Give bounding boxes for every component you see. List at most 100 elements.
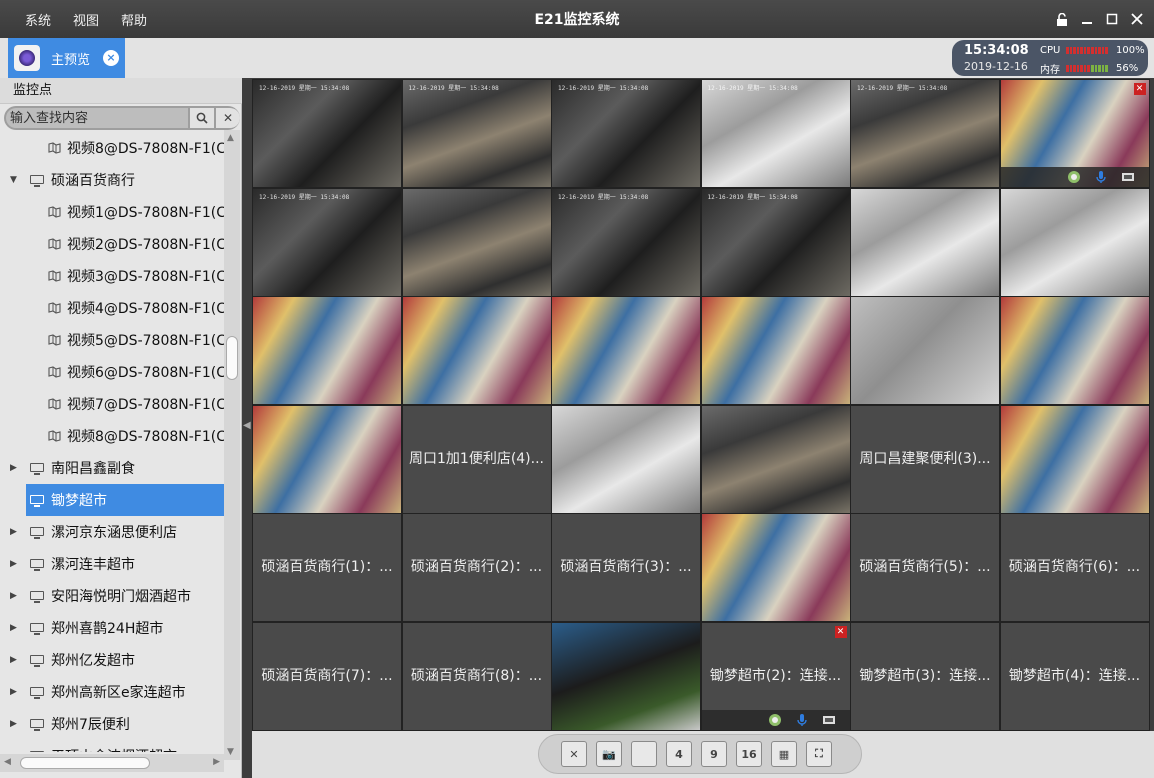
video-cell[interactable]: 12-16-2019 星期一 15:34:08 — [552, 188, 700, 296]
collapse-arrow-icon[interactable]: ▼ — [10, 175, 17, 185]
layout-9-button[interactable]: 9 — [701, 741, 727, 767]
tree-group-node[interactable]: ▼ 硕涵百货商行 — [0, 164, 224, 196]
video-cell[interactable] — [402, 188, 551, 296]
video-cell[interactable]: 锄梦超市(2)：连接... ✕ — [701, 622, 850, 730]
maximize-icon[interactable] — [1105, 12, 1119, 26]
video-cell[interactable] — [701, 405, 850, 513]
collapse-panel-icon[interactable]: ◀ — [243, 420, 251, 431]
tree-group-node[interactable]: ▶ 漯河京东涵思便利店 — [0, 516, 224, 548]
menu-view[interactable]: 视图 — [62, 10, 110, 29]
video-cell[interactable]: 硕涵百货商行(6)：... — [1000, 514, 1149, 621]
expand-arrow-icon[interactable]: ▶ — [10, 591, 17, 601]
video-cell[interactable] — [552, 297, 700, 404]
video-cell[interactable]: 硕涵百货商行(8)：... — [402, 622, 551, 730]
video-cell[interactable]: 12-16-2019 星期一 15:34:08 — [253, 188, 401, 296]
layout-grid-button[interactable]: ▦ — [771, 741, 797, 767]
scroll-down-icon[interactable]: ▼ — [227, 747, 234, 757]
close-icon[interactable] — [1130, 12, 1144, 26]
tree-group-node[interactable]: ▶锄梦超市 — [26, 484, 224, 516]
menu-help[interactable]: 帮助 — [110, 10, 158, 29]
clear-search-icon[interactable]: ✕ — [216, 108, 240, 128]
expand-arrow-icon[interactable]: ▶ — [10, 623, 17, 633]
video-cell[interactable] — [1000, 188, 1149, 296]
scroll-left-icon[interactable]: ◀ — [4, 757, 11, 767]
tree-camera-node[interactable]: 视频2@DS-7808N-F1(C1 — [0, 228, 224, 260]
expand-arrow-icon[interactable]: ▶ — [10, 655, 17, 665]
layout-1-button[interactable] — [631, 741, 657, 767]
video-cell[interactable] — [253, 405, 401, 513]
expand-arrow-icon[interactable]: ▶ — [10, 463, 17, 473]
tree-group-node[interactable]: ▶ 郑州亿发超市 — [0, 644, 224, 676]
ptz-icon[interactable] — [768, 713, 782, 727]
video-cell[interactable]: 周口1加1便利店(4)... — [402, 405, 551, 513]
minimize-icon[interactable] — [1080, 12, 1094, 26]
video-cell[interactable]: 12-16-2019 星期一 15:34:08 — [402, 80, 551, 187]
video-cell[interactable] — [701, 297, 850, 404]
expand-arrow-icon[interactable]: ▶ — [10, 559, 17, 569]
snapshot-button[interactable]: 📷 — [596, 741, 622, 767]
close-video-icon[interactable]: ✕ — [1133, 83, 1146, 95]
record-icon[interactable] — [822, 713, 836, 727]
video-cell[interactable] — [402, 297, 551, 404]
close-video-icon[interactable]: ✕ — [834, 625, 847, 638]
layout-4-button[interactable]: 4 — [666, 741, 692, 767]
tree-camera-node[interactable]: 视频6@DS-7808N-F1(C1 — [0, 356, 224, 388]
expand-arrow-icon[interactable]: ▶ — [10, 687, 17, 697]
record-icon[interactable] — [1121, 170, 1135, 184]
tree-group-node[interactable]: ▶ 郑州高新区e家连超市 — [0, 676, 224, 708]
video-cell[interactable]: 硕涵百货商行(7)：... — [253, 622, 401, 730]
tree-camera-node[interactable]: 视频1@DS-7808N-F1(C1 — [0, 196, 224, 228]
tree-group-node[interactable]: ▶ 南阳昌鑫副食 — [0, 452, 224, 484]
video-cell[interactable]: 硕涵百货商行(1)：... — [253, 514, 401, 621]
layout-16-button[interactable]: 16 — [736, 741, 762, 767]
scroll-thumb[interactable] — [226, 336, 238, 380]
video-cell[interactable] — [253, 297, 401, 404]
tree-camera-node[interactable]: 视频8@DS-7808N-F1(C1 — [0, 420, 224, 452]
ptz-icon[interactable] — [1067, 170, 1081, 184]
tab-close-button[interactable]: × — [103, 50, 119, 66]
video-cell[interactable]: 12-16-2019 星期一 15:34:08 — [552, 80, 700, 187]
scroll-up-icon[interactable]: ▲ — [227, 133, 234, 143]
stop-all-button[interactable]: ✕ — [561, 741, 587, 767]
video-cell[interactable] — [1000, 405, 1149, 513]
tree-vertical-scrollbar[interactable]: ▲ ▼ — [224, 130, 240, 760]
tree-group-node[interactable]: ▶ 漯河连丰超市 — [0, 548, 224, 580]
hscroll-thumb[interactable] — [20, 757, 150, 769]
menu-system[interactable]: 系统 — [14, 10, 62, 29]
microphone-icon[interactable] — [795, 713, 809, 727]
video-cell[interactable]: 12-16-2019 星期一 15:34:08 — [253, 80, 401, 187]
search-icon[interactable] — [190, 108, 214, 128]
tree-horizontal-scrollbar[interactable]: ◀ ▶ — [0, 754, 224, 772]
tree-camera-node[interactable]: 视频3@DS-7808N-F1(C1 — [0, 260, 224, 292]
fullscreen-button[interactable]: ⛶ — [806, 741, 832, 767]
tree-group-node[interactable]: ▶ 郑州7辰便利 — [0, 708, 224, 740]
video-cell[interactable] — [1000, 297, 1149, 404]
microphone-icon[interactable] — [1094, 170, 1108, 184]
video-cell[interactable] — [552, 622, 700, 730]
video-cell[interactable]: 周口昌建聚便利(3)... — [851, 405, 999, 513]
video-cell[interactable] — [851, 188, 999, 296]
video-cell[interactable]: 锄梦超市(3)：连接... — [851, 622, 999, 730]
video-cell[interactable] — [552, 405, 700, 513]
scroll-right-icon[interactable]: ▶ — [213, 757, 220, 767]
expand-arrow-icon[interactable]: ▶ — [10, 751, 17, 752]
lock-icon[interactable] — [1055, 12, 1069, 26]
video-cell[interactable]: 12-16-2019 星期一 15:34:08 — [701, 188, 850, 296]
tree-camera-node[interactable]: 视频7@DS-7808N-F1(C1 — [0, 388, 224, 420]
tree-group-node[interactable]: ▶ 安阳海悦明门烟酒超市 — [0, 580, 224, 612]
video-cell[interactable]: 硕涵百货商行(2)：... — [402, 514, 551, 621]
video-cell[interactable]: 硕涵百货商行(3)：... — [552, 514, 700, 621]
tree-group-node[interactable]: ▶ 平顶山金洁烟酒超市 — [0, 740, 224, 752]
tree-camera-node[interactable]: 视频4@DS-7808N-F1(C1 — [0, 292, 224, 324]
search-input[interactable] — [6, 108, 188, 128]
tree-camera-node[interactable]: 视频5@DS-7808N-F1(C1 — [0, 324, 224, 356]
video-cell[interactable]: 硕涵百货商行(5)：... — [851, 514, 999, 621]
tree-camera-node[interactable]: 视频8@DS-7808N-F1(C1 — [0, 132, 224, 164]
expand-arrow-icon[interactable]: ▶ — [10, 719, 17, 729]
tree-group-node[interactable]: ▶ 郑州喜鹊24H超市 — [0, 612, 224, 644]
video-cell[interactable] — [701, 514, 850, 621]
tab-main-preview[interactable]: 主预览 × — [8, 38, 125, 78]
video-cell[interactable] — [851, 297, 999, 404]
video-cell[interactable]: 12-16-2019 星期一 15:34:08 — [701, 80, 850, 187]
video-cell[interactable]: 锄梦超市(4)：连接... — [1000, 622, 1149, 730]
